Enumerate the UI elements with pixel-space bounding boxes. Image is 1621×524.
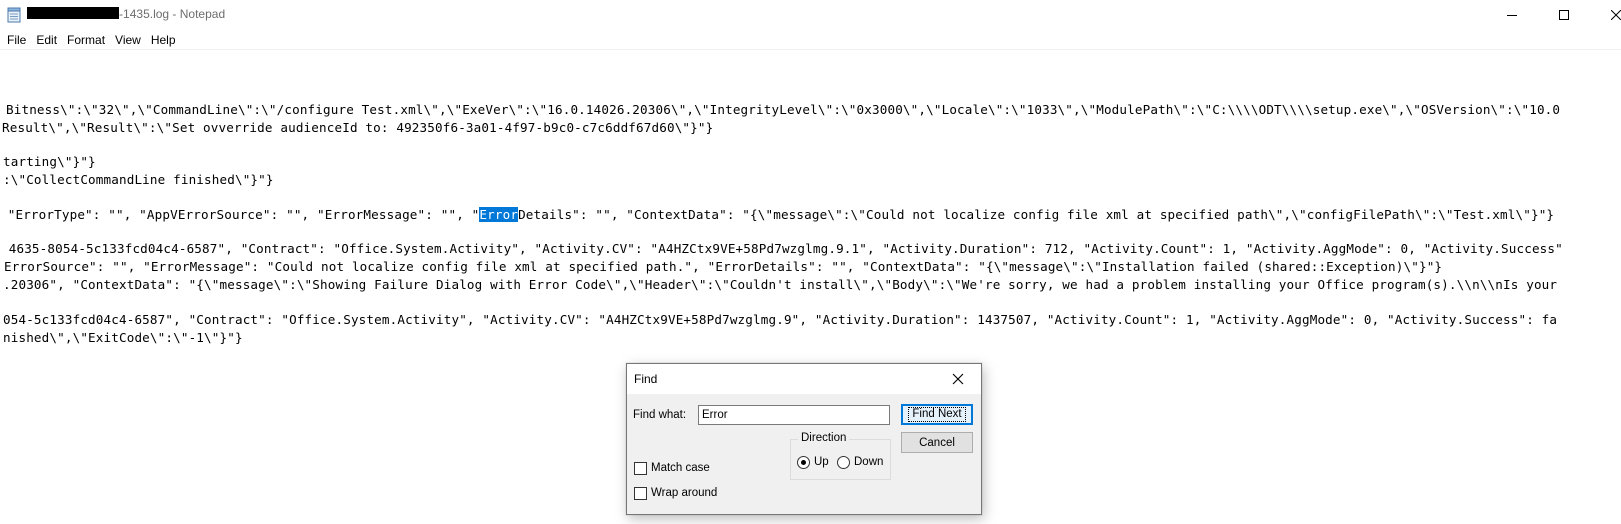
cancel-label: Cancel (919, 436, 955, 449)
direction-down-radio[interactable] (837, 456, 850, 469)
editor-line: Bitness\":\"32\",\"CommandLine\":\"/conf… (6, 102, 1561, 117)
menu-view[interactable]: View (110, 30, 146, 50)
menu-edit[interactable]: Edit (31, 30, 62, 50)
direction-label: Direction (798, 432, 850, 444)
menu-bar: File Edit Format View Help (0, 30, 1621, 50)
find-next-label: Find Next (908, 407, 966, 422)
direction-up-label[interactable]: Up (814, 456, 829, 468)
menu-file[interactable]: File (2, 30, 31, 50)
editor-line: :\"CollectCommandLine finished\"}"} (3, 172, 274, 187)
redaction-bar (27, 7, 119, 19)
maximize-icon (1559, 10, 1569, 20)
menu-format[interactable]: Format (62, 30, 110, 50)
title-bar: VEMH-20210712-1435.log - Notepad (0, 0, 1621, 30)
cancel-button[interactable]: Cancel (901, 432, 973, 453)
find-dialog-close-button[interactable] (947, 369, 969, 389)
editor-line-with-selection: "ErrorType": "", "AppVErrorSource": "", … (0, 207, 1554, 222)
close-button[interactable] (1593, 0, 1621, 30)
editor-line: ErrorSource": "", "ErrorMessage": "Could… (4, 259, 1443, 274)
find-dialog: Find Find what: Find Next Cancel Directi… (626, 363, 982, 515)
direction-down-label[interactable]: Down (854, 456, 883, 468)
wrap-around-label[interactable]: Wrap around (651, 487, 717, 499)
editor-line: Result\",\"Result\":\"Set ovverride audi… (2, 120, 714, 135)
find-what-label: Find what: (633, 409, 687, 421)
editor-line: 4635-8054-5c133fcd04c4-6587", "Contract"… (1, 241, 1563, 256)
minimize-icon (1507, 15, 1517, 16)
match-case-checkbox[interactable] (634, 462, 647, 475)
line-prefix: "ErrorType": "", "AppVErrorSource": "", … (0, 207, 480, 222)
direction-up-radio[interactable] (797, 456, 810, 469)
maximize-button[interactable] (1541, 0, 1587, 30)
minimize-button[interactable] (1489, 0, 1535, 30)
editor-line: tarting\"}"} (3, 154, 96, 169)
notepad-icon (7, 7, 21, 23)
menu-help[interactable]: Help (146, 30, 181, 50)
wrap-around-checkbox[interactable] (634, 487, 647, 500)
editor-line: nished\",\"ExitCode\":\"-1\"}"} (3, 330, 243, 345)
close-icon (952, 373, 964, 385)
selected-text: Error (479, 207, 519, 222)
line-suffix: Details": "", "ContextData": "{\"message… (518, 207, 1555, 222)
editor-line: 054-5c133fcd04c4-6587", "Contract": "Off… (3, 312, 1558, 327)
find-next-button[interactable]: Find Next (901, 404, 973, 425)
editor-line: .20306", "ContextData": "{\"message\":\"… (3, 277, 1558, 292)
match-case-label[interactable]: Match case (651, 462, 710, 474)
find-dialog-titlebar[interactable]: Find (627, 364, 981, 394)
find-what-input[interactable] (698, 405, 890, 425)
find-dialog-title: Find (634, 372, 658, 386)
close-icon (1611, 10, 1621, 20)
